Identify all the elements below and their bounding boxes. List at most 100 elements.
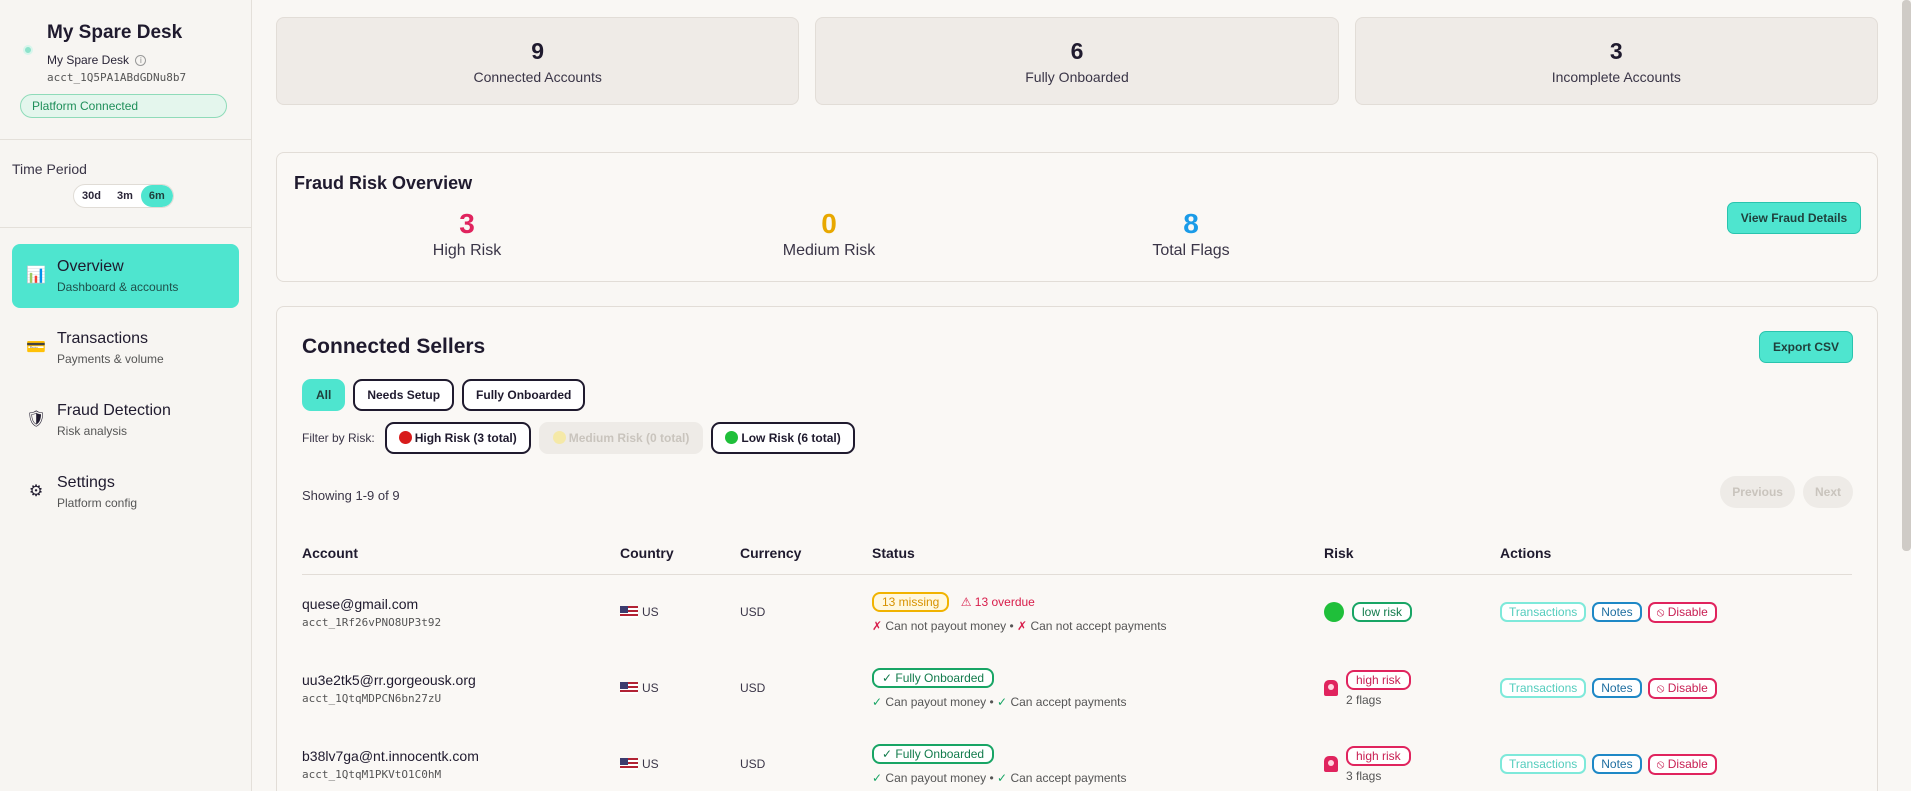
stat-label: Fully Onboarded — [1025, 69, 1129, 85]
risk-filter-label: Filter by Risk: — [302, 431, 375, 445]
filter-needs-setup-button[interactable]: Needs Setup — [353, 379, 455, 411]
period-6m-button[interactable]: 6m — [140, 185, 173, 207]
table-row: uu3e2tk5@rr.gorgeousk.org acct_1QtqMDPCN… — [302, 650, 1852, 726]
stat-value: 6 — [1070, 38, 1084, 64]
info-icon[interactable]: i — [135, 55, 147, 66]
metric-high-risk: 3 High Risk — [367, 208, 567, 260]
stat-value: 9 — [531, 38, 545, 64]
risk-filters: Filter by Risk: High Risk (3 total) Medi… — [302, 422, 855, 454]
sidebar-item-title: Settings — [57, 474, 115, 491]
country-cell: US — [620, 650, 740, 726]
transactions-button[interactable]: Transactions — [1500, 753, 1587, 774]
disable-button[interactable]: ⦸ Disable — [1647, 677, 1717, 699]
next-button[interactable]: Next — [1802, 476, 1853, 508]
payout-capability: Can payout money — [885, 694, 987, 709]
check-icon: ✓ — [872, 770, 883, 785]
account-id: acct_1QtqMDPCN6bn27zU — [302, 691, 442, 705]
status-filters: All Needs Setup Fully Onboarded — [302, 379, 586, 411]
metric-value: 8 — [1183, 208, 1199, 239]
sidebar-nav: 📊 Overview Dashboard & accounts 💳 Transa… — [0, 228, 251, 524]
stat-label: Incomplete Accounts — [1551, 69, 1681, 85]
status-dot-icon — [23, 45, 33, 55]
separator: • — [989, 694, 994, 709]
notes-button[interactable]: Notes — [1592, 753, 1642, 774]
sidebar-item-title: Fraud Detection — [57, 402, 171, 419]
period-3m-button[interactable]: 3m — [109, 185, 141, 207]
notes-button[interactable]: Notes — [1592, 677, 1642, 698]
column-account: Account — [302, 532, 620, 575]
red-circle-icon — [398, 431, 412, 444]
showing-count: Showing 1-9 of 9 — [302, 488, 400, 503]
metric-medium-risk: 0 Medium Risk — [729, 208, 929, 260]
green-circle-icon — [725, 431, 739, 444]
disable-button[interactable]: ⦸ Disable — [1647, 601, 1717, 623]
notes-button[interactable]: Notes — [1592, 601, 1642, 622]
sidebar-item-title: Overview — [57, 258, 124, 275]
country-code: US — [642, 681, 659, 695]
capabilities-line: ✓ Can payout money • ✓ Can accept paymen… — [872, 695, 1324, 709]
account-id: acct_1QtqM1PKVtO1C0hM — [302, 767, 442, 781]
previous-button[interactable]: Previous — [1720, 476, 1795, 508]
export-csv-button[interactable]: Export CSV — [1759, 331, 1853, 363]
view-fraud-details-button[interactable]: View Fraud Details — [1727, 202, 1861, 234]
sidebar-item-title: Transactions — [57, 330, 148, 347]
siren-icon — [1324, 680, 1338, 696]
stat-label: Connected Accounts — [473, 69, 602, 85]
page-scrollbar[interactable] — [1902, 0, 1911, 551]
brand-sub-label: My Spare Desk — [47, 53, 130, 67]
filter-fully-onboarded-button[interactable]: Fully Onboarded — [462, 379, 586, 411]
check-icon: ✓ — [872, 694, 883, 709]
country-code: US — [642, 605, 659, 620]
status-badge: ✓ Fully Onboarded — [872, 743, 995, 764]
transactions-button[interactable]: Transactions — [1500, 601, 1587, 622]
disable-button[interactable]: ⦸ Disable — [1647, 753, 1717, 775]
stats-row: 9 Connected Accounts 6 Fully Onboarded 3… — [276, 17, 1878, 105]
risk-filter-medium-button[interactable]: Medium Risk (0 total) — [538, 422, 704, 454]
risk-filter-low-button[interactable]: Low Risk (6 total) — [711, 422, 855, 454]
stat-incomplete-accounts: 3 Incomplete Accounts — [1354, 17, 1878, 105]
brand-sub: My Spare Desk i — [47, 53, 231, 67]
account-cell: b38lv7ga@nt.innocentk.com acct_1QtqM1PKV… — [302, 726, 620, 791]
transactions-button[interactable]: Transactions — [1500, 677, 1587, 698]
credit-card-icon: 💳 — [26, 339, 46, 356]
column-currency: Currency — [740, 532, 872, 575]
filter-all-button[interactable]: All — [302, 379, 346, 411]
metric-value: 3 — [459, 208, 475, 239]
connected-sellers-panel: Connected Sellers Export CSV All Needs S… — [276, 306, 1878, 791]
sidebar-item-overview[interactable]: 📊 Overview Dashboard & accounts — [12, 244, 239, 308]
green-circle-icon — [1324, 602, 1344, 623]
separator: • — [1009, 618, 1014, 633]
actions-cell: Transactions Notes ⦸ Disable — [1500, 574, 1852, 650]
country-cell: US — [620, 574, 740, 650]
risk-badge: low risk — [1352, 602, 1413, 623]
main-content: 9 Connected Accounts 6 Fully Onboarded 3… — [276, 17, 1878, 791]
flag-count: 2 flags — [1346, 692, 1382, 707]
sidebar-item-subtitle: Dashboard & accounts — [57, 280, 179, 294]
table-header-row: Account Country Currency Status Risk Act… — [302, 532, 1852, 575]
risk-filter-low-label: Low Risk (6 total) — [741, 431, 841, 445]
currency-cell: USD — [740, 757, 766, 771]
stat-fully-onboarded: 6 Fully Onboarded — [815, 17, 1339, 105]
sidebar-item-settings[interactable]: ⚙ Settings Platform config — [12, 460, 239, 524]
metric-total-flags: 8 Total Flags — [1091, 208, 1291, 260]
period-30d-button[interactable]: 30d — [74, 185, 109, 207]
metric-label: Medium Risk — [782, 242, 876, 259]
risk-filter-high-button[interactable]: High Risk (3 total) — [384, 422, 531, 454]
sidebar-item-transactions[interactable]: 💳 Transactions Payments & volume — [12, 316, 239, 380]
status-cell: ✓ Fully Onboarded ✓ Can payout money • ✓… — [872, 650, 1324, 726]
column-status: Status — [872, 532, 1324, 575]
currency-cell: USD — [740, 605, 766, 620]
fraud-risk-overview: Fraud Risk Overview 3 High Risk 0 Medium… — [276, 152, 1878, 282]
account-email: b38lv7ga@nt.innocentk.com — [302, 747, 479, 764]
sidebar-item-subtitle: Risk analysis — [57, 424, 128, 438]
account-cell: uu3e2tk5@rr.gorgeousk.org acct_1QtqMDPCN… — [302, 650, 620, 726]
column-risk: Risk — [1324, 532, 1500, 575]
sidebar: My Spare Desk My Spare Desk i acct_1Q5PA… — [0, 0, 252, 791]
bar-chart-icon: 📊 — [26, 267, 46, 284]
risk-badge: high risk — [1346, 745, 1411, 766]
sidebar-item-fraud-detection[interactable]: 🛡 Fraud Detection Risk analysis — [12, 388, 239, 452]
risk-filter-medium-label: Medium Risk (0 total) — [568, 431, 690, 445]
risk-cell: high risk 3 flags — [1324, 726, 1500, 791]
sellers-table: Account Country Currency Status Risk Act… — [302, 532, 1852, 791]
account-cell: quese@gmail.com acct_1Rf26vPNO8UP3t92 — [302, 574, 620, 650]
